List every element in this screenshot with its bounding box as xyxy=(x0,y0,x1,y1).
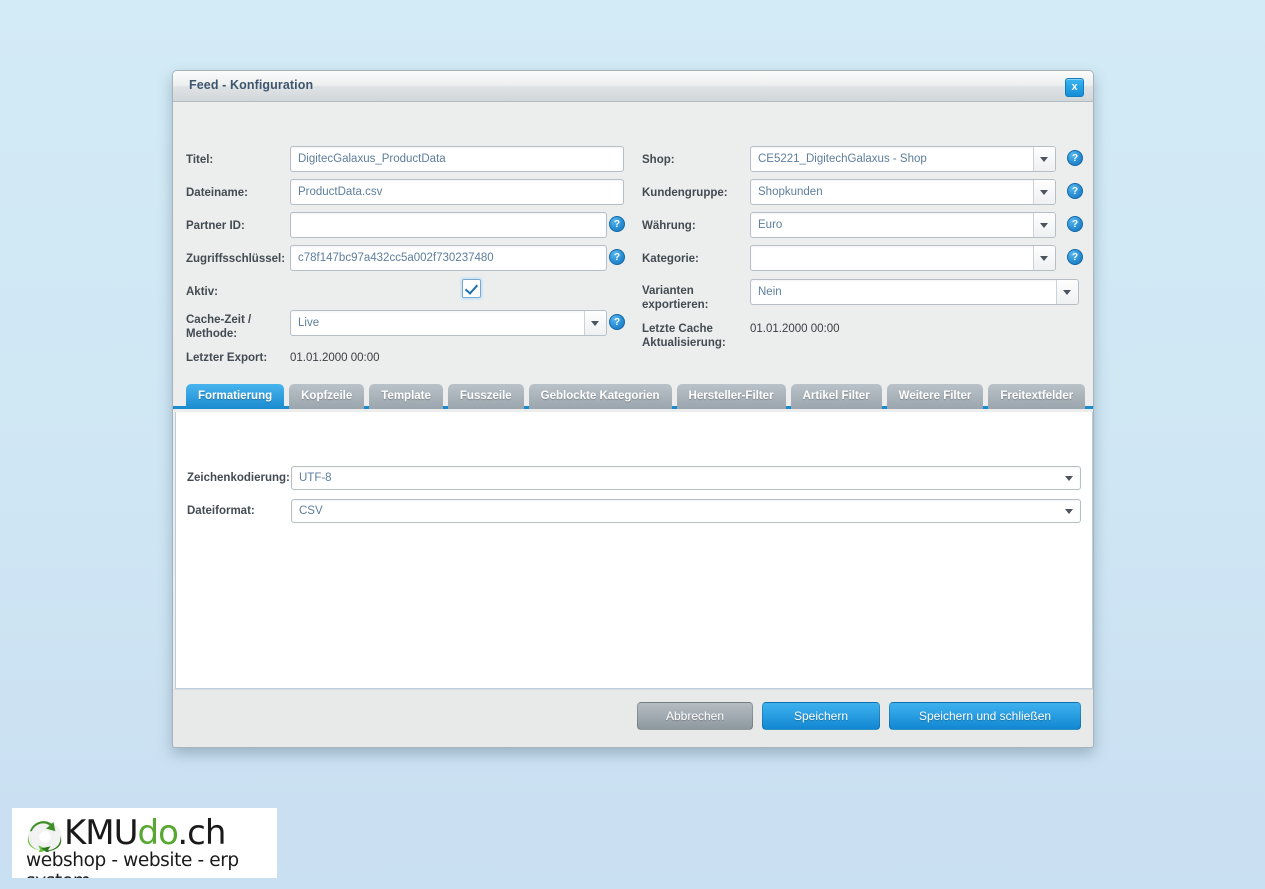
tab-content-panel: Zeichenkodierung: UTF-8 Dateiformat: CSV xyxy=(175,412,1093,689)
kategorie-label: Kategorie: xyxy=(642,253,699,265)
dateiname-label: Dateiname: xyxy=(186,187,248,199)
varianten-value: Nein xyxy=(758,286,782,298)
help-icon-zugriffsschluessel[interactable]: ? xyxy=(609,249,625,265)
shop-label: Shop: xyxy=(642,154,675,166)
zeichenkodierung-label: Zeichenkodierung: xyxy=(187,472,290,484)
tab-weitere-filter[interactable]: Weitere Filter xyxy=(886,384,984,409)
help-icon-cache-zeit[interactable]: ? xyxy=(609,314,625,330)
titel-label: Titel: xyxy=(186,154,214,166)
letzte-cache-label: Letzte Cache Aktualisierung: xyxy=(642,323,726,349)
kundengruppe-select[interactable]: Shopkunden xyxy=(750,179,1056,205)
tab-kopfzeile[interactable]: Kopfzeile xyxy=(289,384,365,409)
zugriffsschluessel-label: Zugriffsschlüssel: xyxy=(186,253,286,265)
waehrung-value: Euro xyxy=(758,219,783,231)
save-button[interactable]: Speichern xyxy=(762,702,880,730)
dateiname-input[interactable]: ProductData.csv xyxy=(290,179,624,205)
cache-zeit-select[interactable]: Live xyxy=(290,310,607,336)
zeichenkodierung-value: UTF-8 xyxy=(299,472,332,484)
chevron-down-icon[interactable] xyxy=(1060,501,1079,521)
chevron-down-icon[interactable] xyxy=(1060,468,1079,488)
dateiformat-label: Dateiformat: xyxy=(187,505,255,517)
help-icon-shop[interactable]: ? xyxy=(1067,150,1083,166)
tab-geblockte-kategorien[interactable]: Geblockte Kategorien xyxy=(528,384,672,409)
tab-artikel-filter[interactable]: Artikel Filter xyxy=(790,384,882,409)
tab-bar: Formatierung Kopfzeile Template Fusszeil… xyxy=(173,384,1093,409)
letzter-export-value: 01.01.2000 00:00 xyxy=(290,352,380,364)
dateiformat-select[interactable]: CSV xyxy=(291,499,1081,523)
shop-select[interactable]: CE5221_DigitechGalaxus - Shop xyxy=(750,146,1056,172)
tab-hersteller-filter[interactable]: Hersteller-Filter xyxy=(676,384,786,409)
tab-fusszeile[interactable]: Fusszeile xyxy=(447,384,524,409)
help-icon-partner-id[interactable]: ? xyxy=(609,216,625,232)
logo-tagline: webshop - website - erp system xyxy=(26,850,239,878)
help-icon-kategorie[interactable]: ? xyxy=(1067,249,1083,265)
partner-id-input[interactable] xyxy=(290,212,607,238)
logo-word-kmu: KMU xyxy=(64,813,139,853)
partner-id-label: Partner ID: xyxy=(186,220,245,232)
chevron-down-icon[interactable] xyxy=(1033,213,1055,237)
kundengruppe-value: Shopkunden xyxy=(758,186,823,198)
kmudo-logo: KMUdo.ch webshop - website - erp system xyxy=(12,808,277,878)
logo-wordmark: KMUdo.ch xyxy=(64,813,226,853)
tab-template[interactable]: Template xyxy=(369,384,443,409)
dateiformat-value: CSV xyxy=(299,505,323,517)
dialog-footer: Abbrechen Speichern Speichern und schlie… xyxy=(173,689,1093,747)
varianten-select[interactable]: Nein xyxy=(750,279,1079,305)
save-and-close-button[interactable]: Speichern und schließen xyxy=(889,702,1081,730)
feed-configuration-dialog: Feed - Konfiguration x Titel: DigitecGal… xyxy=(172,70,1094,748)
help-icon-kundengruppe[interactable]: ? xyxy=(1067,183,1083,199)
waehrung-label: Währung: xyxy=(642,220,696,232)
aktiv-label: Aktiv: xyxy=(186,286,218,298)
zeichenkodierung-select[interactable]: UTF-8 xyxy=(291,466,1081,490)
chevron-down-icon[interactable] xyxy=(1033,180,1055,204)
dialog-title: Feed - Konfiguration xyxy=(189,78,314,92)
close-icon[interactable]: x xyxy=(1065,78,1084,97)
chevron-down-icon[interactable] xyxy=(1033,147,1055,171)
chevron-down-icon[interactable] xyxy=(1056,280,1078,304)
logo-word-ch: .ch xyxy=(177,813,226,853)
chevron-down-icon[interactable] xyxy=(1033,246,1055,270)
waehrung-select[interactable]: Euro xyxy=(750,212,1056,238)
kategorie-select[interactable] xyxy=(750,245,1056,271)
kundengruppe-label: Kundengruppe: xyxy=(642,187,728,199)
shop-value: CE5221_DigitechGalaxus - Shop xyxy=(758,153,927,165)
cancel-button[interactable]: Abbrechen xyxy=(637,702,753,730)
aktiv-checkbox[interactable] xyxy=(460,277,483,300)
varianten-label: Varianten exportieren: xyxy=(642,285,709,311)
configuration-form: Titel: DigitecGalaxus_ProductData Datein… xyxy=(173,102,1093,409)
help-icon-waehrung[interactable]: ? xyxy=(1067,216,1083,232)
tab-formatierung[interactable]: Formatierung xyxy=(186,384,285,409)
zugriffsschluessel-input[interactable]: c78f147bc97a432cc5a002f730237480 xyxy=(290,245,607,271)
logo-word-do: do xyxy=(137,813,179,853)
letzte-cache-value: 01.01.2000 00:00 xyxy=(750,323,840,335)
letzter-export-label: Letzter Export: xyxy=(186,352,268,364)
titel-input[interactable]: DigitecGalaxus_ProductData xyxy=(290,146,624,172)
tab-freitextfelder[interactable]: Freitextfelder xyxy=(988,384,1086,409)
chevron-down-icon[interactable] xyxy=(584,311,606,335)
dialog-titlebar: Feed - Konfiguration x xyxy=(173,71,1093,102)
recycle-logo-icon xyxy=(27,821,62,852)
cache-zeit-value: Live xyxy=(298,317,320,329)
cache-zeit-label: Cache-Zeit / Methode: xyxy=(186,314,252,340)
